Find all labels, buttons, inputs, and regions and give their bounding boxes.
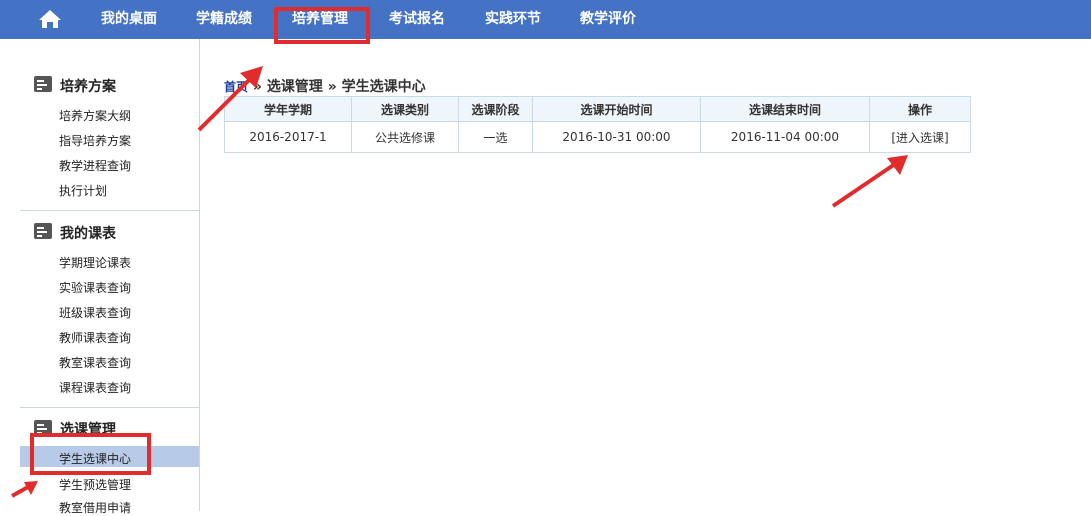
sidebar-item-term-theory[interactable]: 学期理论课表 — [59, 254, 131, 271]
section-list-icon — [34, 76, 52, 92]
highlight-box-sidebar — [30, 433, 151, 475]
cell-stage: 一选 — [458, 121, 533, 153]
sidebar-item-lab-schedule[interactable]: 实验课表查询 — [59, 279, 131, 296]
section-title-training-plan: 培养方案 — [60, 79, 116, 95]
section-list-icon — [34, 223, 52, 239]
home-icon[interactable] — [37, 8, 63, 30]
sidebar-item-room-borrow[interactable]: 教室借用申请 — [59, 499, 131, 516]
nav-teaching-evaluation[interactable]: 教学评价 — [580, 0, 636, 39]
sidebar-item-progress-query[interactable]: 教学进程查询 — [59, 157, 131, 174]
breadcrumb-separator: » — [252, 79, 262, 95]
nav-student-records[interactable]: 学籍成绩 — [196, 0, 252, 39]
section-title-my-schedule: 我的课表 — [60, 226, 116, 242]
breadcrumb-level2: 学生选课中心 — [341, 79, 426, 95]
column-header-category: 选课类别 — [351, 96, 459, 122]
sidebar-item-course-schedule[interactable]: 课程课表查询 — [59, 379, 131, 396]
column-header-operation: 操作 — [869, 96, 971, 122]
arrow-to-enter-link — [831, 155, 908, 208]
sidebar-divider — [20, 407, 199, 408]
breadcrumb-level1: 选课管理 — [266, 79, 323, 95]
sidebar-item-execution-plan[interactable]: 执行计划 — [59, 182, 107, 199]
nav-exam-registration[interactable]: 考试报名 — [389, 0, 445, 39]
sidebar-item-teacher-schedule[interactable]: 教师课表查询 — [59, 329, 131, 346]
course-selection-table: 学年学期 选课类别 选课阶段 选课开始时间 选课结束时间 操作 2016-201… — [224, 96, 971, 153]
sidebar-item-guidance-plan[interactable]: 指导培养方案 — [59, 132, 131, 149]
sidebar-item-room-schedule[interactable]: 教室课表查询 — [59, 354, 131, 371]
cell-start-time: 2016-10-31 00:00 — [532, 121, 701, 153]
highlight-box-nav — [274, 7, 370, 44]
breadcrumb-separator: » — [327, 79, 337, 95]
sidebar-item-preselection[interactable]: 学生预选管理 — [59, 476, 131, 493]
breadcrumb-home-link[interactable]: 首页 — [224, 80, 248, 94]
column-header-term: 学年学期 — [224, 96, 352, 122]
column-header-end-time: 选课结束时间 — [700, 96, 870, 122]
enter-selection-link[interactable]: [进入选课] — [869, 121, 971, 153]
sidebar-divider — [20, 210, 199, 211]
table-row: 2016-2017-1 公共选修课 一选 2016-10-31 00:00 20… — [224, 121, 971, 153]
column-header-stage: 选课阶段 — [458, 96, 533, 122]
cell-category: 公共选修课 — [351, 121, 459, 153]
column-header-start-time: 选课开始时间 — [532, 96, 701, 122]
nav-practice[interactable]: 实践环节 — [485, 0, 541, 39]
sidebar-item-class-schedule[interactable]: 班级课表查询 — [59, 304, 131, 321]
table-header-row: 学年学期 选课类别 选课阶段 选课开始时间 选课结束时间 操作 — [224, 96, 971, 122]
sidebar-item-plan-outline[interactable]: 培养方案大纲 — [59, 107, 131, 124]
nav-my-desktop[interactable]: 我的桌面 — [101, 0, 157, 39]
top-nav-bar: 我的桌面 学籍成绩 培养管理 考试报名 实践环节 教学评价 — [0, 0, 1091, 39]
cell-end-time: 2016-11-04 00:00 — [700, 121, 870, 153]
breadcrumb: 首页 » 选课管理 » 学生选课中心 — [224, 76, 426, 96]
cell-term: 2016-2017-1 — [224, 121, 352, 153]
